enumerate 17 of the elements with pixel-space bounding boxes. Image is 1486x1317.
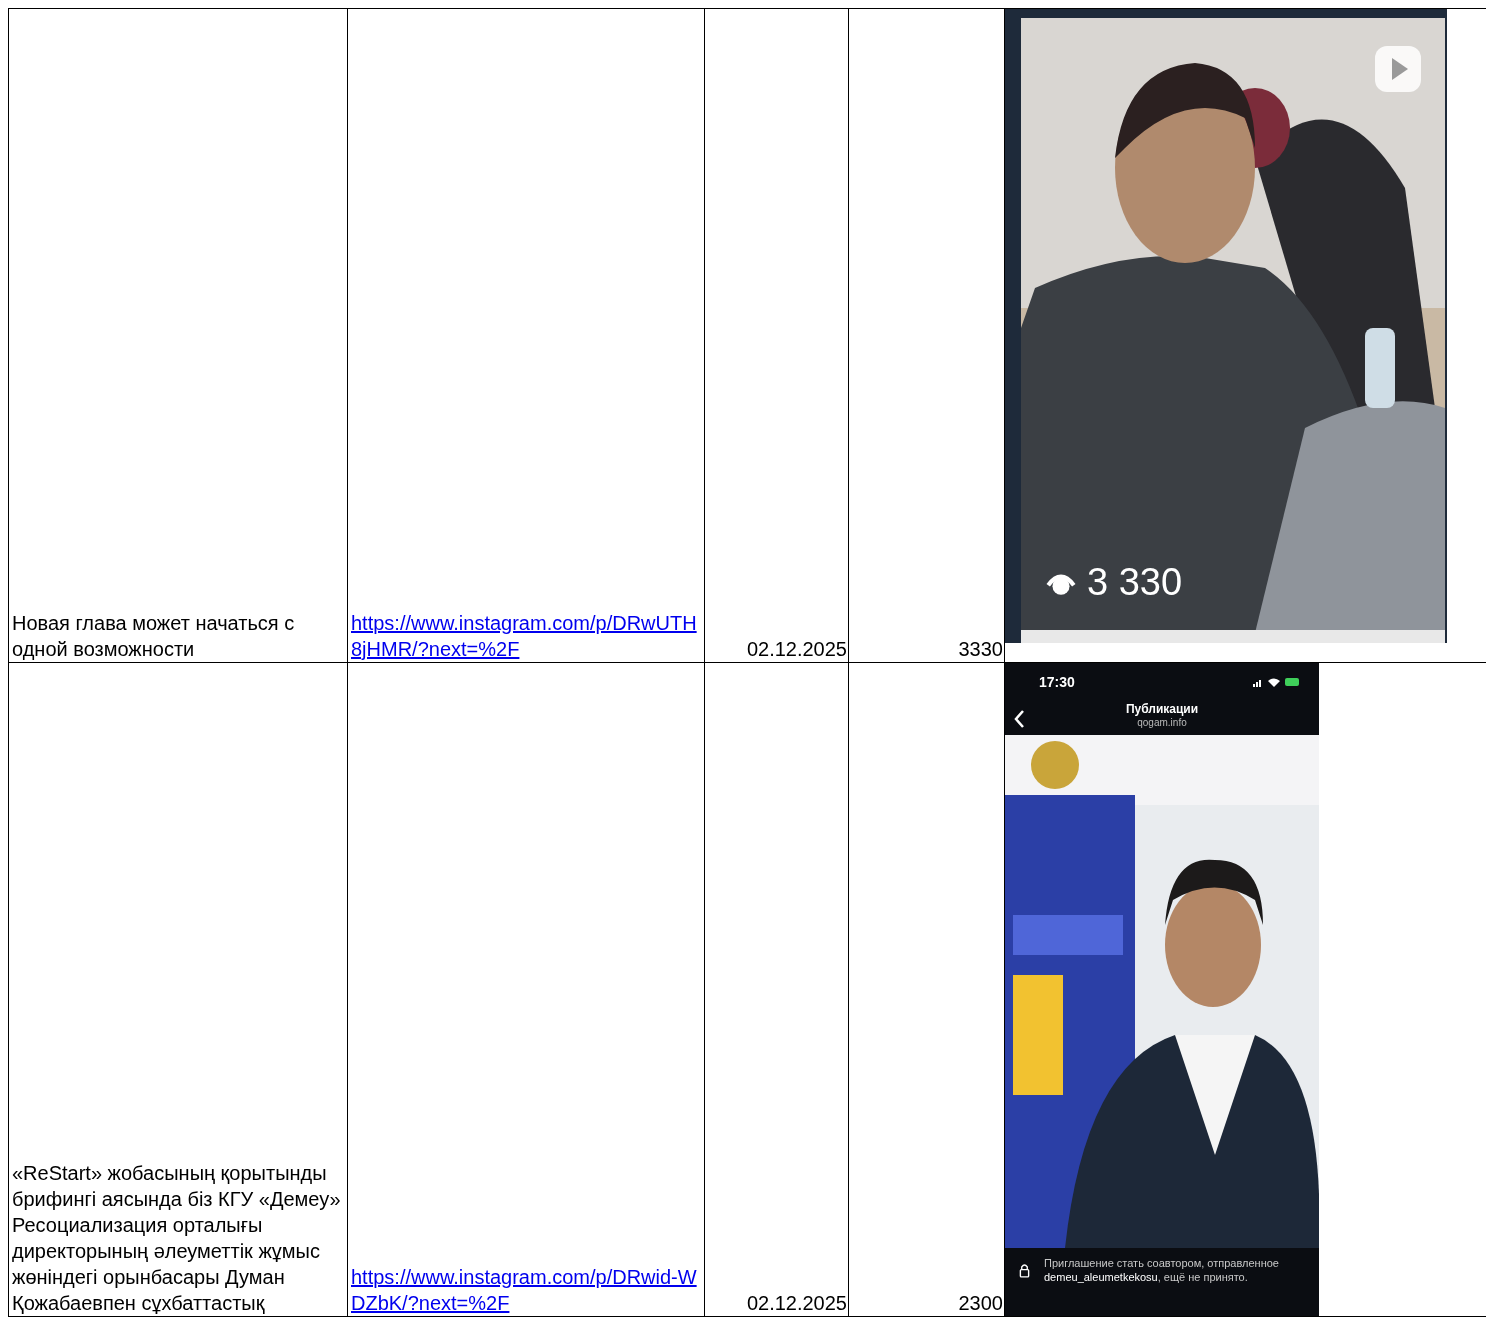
- status-icons-drawing: [1251, 676, 1301, 688]
- post-link[interactable]: https://www.instagram.com/p/DRwUTH8jHMR/?next=%2F: [351, 610, 703, 662]
- post-date: 02.12.2025: [746, 637, 847, 662]
- coauthor-notice: Приглашение стать соавтором, отправленное demeu_aleumetkekosu, ещё не принято.: [1044, 1256, 1280, 1284]
- view-count: 2300: [958, 1291, 1003, 1316]
- post-date: 02.12.2025: [746, 1291, 847, 1316]
- play-icon[interactable]: [1373, 44, 1423, 94]
- overlay-view-count: 3 330: [1087, 560, 1183, 604]
- screen-title: Публикации: [1125, 701, 1199, 717]
- post-title: «ReStart» жобасының қорытынды брифингі аясында біз КГУ «Демеу» Ресоциализация орталығы директорының әлеуметтік жұмыс жөніндегі орынбасары Думан Қожабаевпен сұхбаттастық: [12, 1161, 342, 1316]
- screen-subtitle: qogam.info: [1137, 717, 1187, 729]
- status-time: 17:30: [1039, 673, 1075, 692]
- lock-icon: [1019, 1262, 1030, 1278]
- back-icon[interactable]: [1013, 709, 1025, 729]
- view-count: 3330: [958, 637, 1003, 662]
- post-title: Новая глава может начаться с одной возможности: [12, 611, 296, 662]
- post-link[interactable]: https://www.instagram.com/p/DRwid-WDZbK/?next=%2F: [351, 1264, 703, 1316]
